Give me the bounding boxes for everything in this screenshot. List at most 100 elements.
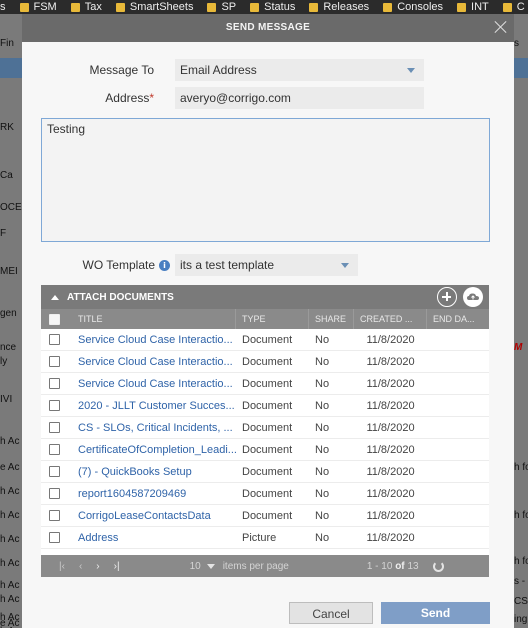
table-row[interactable]: Service Cloud Case Interactio... Document…: [41, 351, 489, 373]
prev-page-icon[interactable]: ‹: [79, 561, 82, 572]
select-all-checkbox[interactable]: [48, 313, 60, 325]
bookmark-label: SP: [221, 1, 237, 13]
background-text-fragment: RK: [0, 122, 14, 133]
background-text-fragment: h Ac: [0, 486, 20, 497]
next-page-icon[interactable]: ›: [96, 561, 99, 572]
row-checkbox[interactable]: [48, 378, 60, 389]
background-text-fragment: h Ac: [0, 558, 20, 569]
bookmark-item[interactable]: C: [502, 1, 525, 13]
folder-icon: [383, 2, 393, 12]
message-body-textarea[interactable]: Testing: [41, 118, 490, 242]
row-checkbox[interactable]: [48, 400, 60, 411]
chevron-down-icon: [407, 68, 415, 73]
document-created: 11/8/2020: [366, 333, 415, 346]
send-button[interactable]: Send: [381, 602, 490, 624]
bookmark-item[interactable]: FSM: [19, 1, 57, 13]
folder-icon: [70, 2, 80, 12]
column-end-date[interactable]: END DA...: [427, 309, 489, 329]
row-checkbox-cell: [41, 351, 67, 372]
document-title-link[interactable]: CorrigoLeaseContactsData: [67, 505, 236, 526]
document-title-link[interactable]: CertificateOfCompletion_Leadi...: [67, 439, 236, 460]
document-created: 11/8/2020: [366, 421, 415, 434]
background-text-fragment: h fo: [514, 510, 528, 521]
table-row[interactable]: 2020 - JLLT Customer Succes... Document No…: [41, 395, 489, 417]
document-title-link[interactable]: (7) - QuickBooks Setup: [67, 461, 236, 482]
bookmark-item[interactable]: SmartSheets: [115, 1, 193, 13]
page-size-select[interactable]: 10 items per page: [190, 561, 289, 572]
document-title-link[interactable]: Service Cloud Case Interactio...: [67, 351, 236, 372]
folder-icon: [250, 2, 260, 12]
last-page-icon[interactable]: ›|: [114, 561, 120, 572]
row-checkbox[interactable]: [48, 488, 60, 499]
document-share: No: [315, 487, 330, 500]
bookmark-item[interactable]: SP: [207, 1, 236, 13]
table-row[interactable]: CS - SLOs, Critical Incidents, ... Docume…: [41, 417, 489, 439]
row-checkbox[interactable]: [48, 466, 60, 477]
background-text-fragment: M: [514, 342, 523, 353]
background-text-fragment: h fo: [514, 556, 528, 567]
table-row[interactable]: report1604587209469 Document No 11/8/2020: [41, 483, 489, 505]
bookmark-item[interactable]: Status: [250, 1, 295, 13]
row-checkbox-cell: [41, 483, 67, 504]
attach-documents-title: ATTACH DOCUMENTS: [67, 291, 174, 303]
refresh-icon[interactable]: [432, 560, 444, 572]
bookmark-item[interactable]: Tax: [70, 1, 102, 13]
first-page-icon[interactable]: |‹: [59, 561, 65, 572]
wo-template-select[interactable]: its a test template: [175, 254, 358, 276]
document-end-date: [427, 461, 489, 482]
row-checkbox[interactable]: [48, 532, 60, 543]
address-label-text: Address: [105, 91, 150, 105]
column-created[interactable]: CREATED ...: [354, 309, 427, 329]
table-row[interactable]: CertificateOfCompletion_Leadi... Document…: [41, 439, 489, 461]
document-title-link[interactable]: report1604587209469: [67, 483, 236, 504]
row-checkbox[interactable]: [48, 334, 60, 345]
column-title[interactable]: TITLE: [67, 309, 236, 329]
bookmark-label: Status: [264, 1, 296, 13]
column-share[interactable]: SHARE: [309, 309, 354, 329]
folder-icon: [309, 2, 319, 12]
row-checkbox[interactable]: [48, 510, 60, 521]
table-row[interactable]: Address Picture No 11/8/2020: [41, 527, 489, 549]
background-text-fragment: IVI: [0, 394, 13, 405]
background-right-edge: s Mh fo h fo h fo s - CS: ing: [514, 14, 528, 628]
close-icon[interactable]: [494, 20, 508, 34]
collapse-icon[interactable]: [51, 294, 59, 300]
table-row[interactable]: (7) - QuickBooks Setup Document No 11/8/202…: [41, 461, 489, 483]
document-title-link[interactable]: Service Cloud Case Interactio...: [67, 329, 236, 350]
address-input[interactable]: averyo@corrigo.com: [175, 87, 424, 109]
document-title-link[interactable]: CS - SLOs, Critical Incidents, ...: [67, 417, 236, 438]
folder-icon: [502, 2, 512, 12]
table-row[interactable]: Service Cloud Case Interactio... Document…: [41, 373, 489, 395]
message-to-select[interactable]: Email Address: [175, 59, 424, 81]
row-checkbox[interactable]: [48, 422, 60, 433]
row-checkbox[interactable]: [48, 356, 60, 367]
bookmark-item[interactable]: Releases: [309, 1, 369, 13]
row-checkbox-cell: [41, 395, 67, 416]
document-share: No: [315, 399, 330, 412]
bookmark-item[interactable]: s: [0, 1, 6, 13]
cancel-button[interactable]: Cancel: [289, 602, 373, 624]
send-message-dialog: SEND MESSAGE Message To Email Address Ad…: [22, 14, 514, 628]
bookmark-item[interactable]: INT: [457, 1, 489, 13]
document-title-link[interactable]: 2020 - JLLT Customer Succes...: [67, 395, 236, 416]
bookmark-item[interactable]: Consoles: [383, 1, 443, 13]
folder-icon: [115, 2, 125, 12]
row-checkbox[interactable]: [48, 444, 60, 455]
pager-total: 13: [407, 560, 419, 572]
document-title-link[interactable]: Address: [67, 527, 236, 548]
dialog-title: SEND MESSAGE: [225, 22, 311, 33]
info-icon[interactable]: i: [159, 259, 170, 271]
document-created: 11/8/2020: [366, 355, 415, 368]
folder-icon: [457, 2, 467, 12]
column-type[interactable]: TYPE: [236, 309, 309, 329]
add-document-icon[interactable]: [437, 287, 457, 307]
row-checkbox-cell: [41, 373, 67, 394]
table-row[interactable]: Service Cloud Case Interactio... Document…: [41, 329, 489, 351]
table-row[interactable]: CorrigoLeaseContactsData Document No 11/8/2…: [41, 505, 489, 527]
background-text-fragment: gen: [0, 308, 17, 319]
document-title-link[interactable]: Service Cloud Case Interactio...: [67, 373, 236, 394]
row-checkbox-cell: [41, 439, 67, 460]
upload-cloud-icon[interactable]: [463, 287, 483, 307]
background-text-fragment: ing: [514, 614, 528, 625]
attach-documents-header[interactable]: ATTACH DOCUMENTS: [41, 285, 489, 309]
